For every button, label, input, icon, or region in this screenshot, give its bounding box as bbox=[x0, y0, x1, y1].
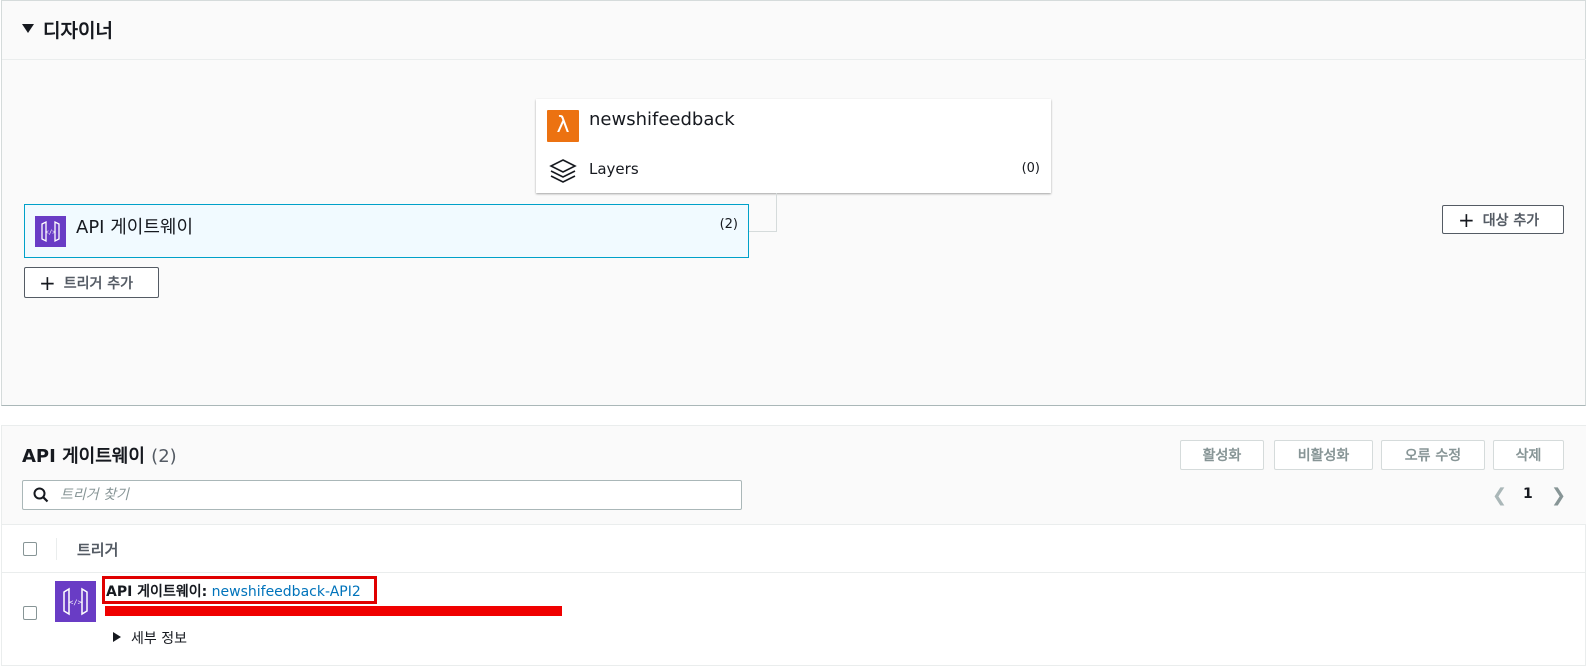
plus-icon: + bbox=[39, 270, 56, 295]
trigger-list-header: API 게이트웨이 (2) 활성화 비활성화 오류 수정 삭제 ❮ 1 ❯ bbox=[2, 426, 1586, 525]
api-gateway-icon: </> bbox=[55, 581, 96, 622]
designer-header[interactable]: 디자이너 bbox=[2, 1, 1586, 60]
page-number[interactable]: 1 bbox=[1523, 486, 1533, 502]
trigger-card-count: (2) bbox=[719, 217, 738, 232]
search-icon bbox=[33, 487, 49, 503]
function-name[interactable]: newshifeedback bbox=[589, 109, 735, 130]
table-row: </> API 게이트웨이: newshifeedback-API2 세부 정보 bbox=[2, 573, 1586, 667]
trigger-list-count: (2) bbox=[151, 446, 177, 467]
function-card[interactable]: λ newshifeedback Layers (0) bbox=[536, 99, 1051, 193]
row-trigger-type: API 게이트웨이: bbox=[106, 584, 208, 600]
layers-icon bbox=[549, 159, 577, 183]
api-gateway-icon: </> bbox=[35, 216, 66, 247]
redaction-bar bbox=[105, 606, 562, 616]
svg-text:</>: </> bbox=[69, 599, 82, 607]
column-divider bbox=[56, 538, 57, 560]
designer-title: 디자이너 bbox=[43, 20, 113, 42]
select-all-checkbox[interactable] bbox=[23, 542, 37, 556]
row-trigger-label: API 게이트웨이: newshifeedback-API2 bbox=[106, 581, 361, 601]
caret-down-icon[interactable] bbox=[22, 24, 34, 33]
fix-errors-button[interactable]: 오류 수정 bbox=[1381, 440, 1485, 470]
chevron-left-icon[interactable]: ❮ bbox=[1492, 485, 1507, 506]
details-toggle[interactable]: 세부 정보 bbox=[131, 628, 187, 648]
layers-label[interactable]: Layers bbox=[589, 160, 639, 178]
trigger-card-api-gateway[interactable]: </> API 게이트웨이 (2) bbox=[24, 204, 749, 258]
row-checkbox[interactable] bbox=[23, 606, 37, 620]
trigger-list-title-text: API 게이트웨이 bbox=[22, 446, 145, 467]
activate-button[interactable]: 활성화 bbox=[1180, 440, 1264, 470]
trigger-list-panel: API 게이트웨이 (2) 활성화 비활성화 오류 수정 삭제 ❮ 1 ❯ 트리… bbox=[1, 425, 1586, 666]
designer-panel: 디자이너 λ newshifeedback Layers (0) </> API… bbox=[1, 0, 1586, 406]
deactivate-button[interactable]: 비활성화 bbox=[1274, 440, 1373, 470]
row-trigger-link[interactable]: newshifeedback-API2 bbox=[212, 584, 361, 600]
table-header: 트리거 bbox=[2, 525, 1586, 573]
lambda-icon: λ bbox=[547, 110, 579, 142]
delete-button[interactable]: 삭제 bbox=[1493, 440, 1564, 470]
add-trigger-button[interactable]: + 트리거 추가 bbox=[24, 267, 159, 298]
connector-line bbox=[748, 193, 777, 232]
trigger-card-name: API 게이트웨이 bbox=[76, 217, 193, 238]
layers-count: (0) bbox=[1021, 161, 1040, 176]
svg-text:</>: </> bbox=[45, 229, 56, 236]
caret-right-icon[interactable] bbox=[113, 632, 121, 642]
search-input[interactable] bbox=[58, 483, 728, 507]
column-header-trigger: 트리거 bbox=[77, 541, 119, 559]
plus-icon: + bbox=[1458, 207, 1475, 232]
add-destination-button[interactable]: + 대상 추가 bbox=[1442, 205, 1564, 234]
chevron-right-icon[interactable]: ❯ bbox=[1551, 485, 1566, 506]
add-trigger-label: 트리거 추가 bbox=[63, 275, 134, 292]
search-box[interactable] bbox=[22, 480, 742, 510]
trigger-list-title: API 게이트웨이 (2) bbox=[22, 442, 177, 468]
add-destination-label: 대상 추가 bbox=[1482, 212, 1540, 229]
